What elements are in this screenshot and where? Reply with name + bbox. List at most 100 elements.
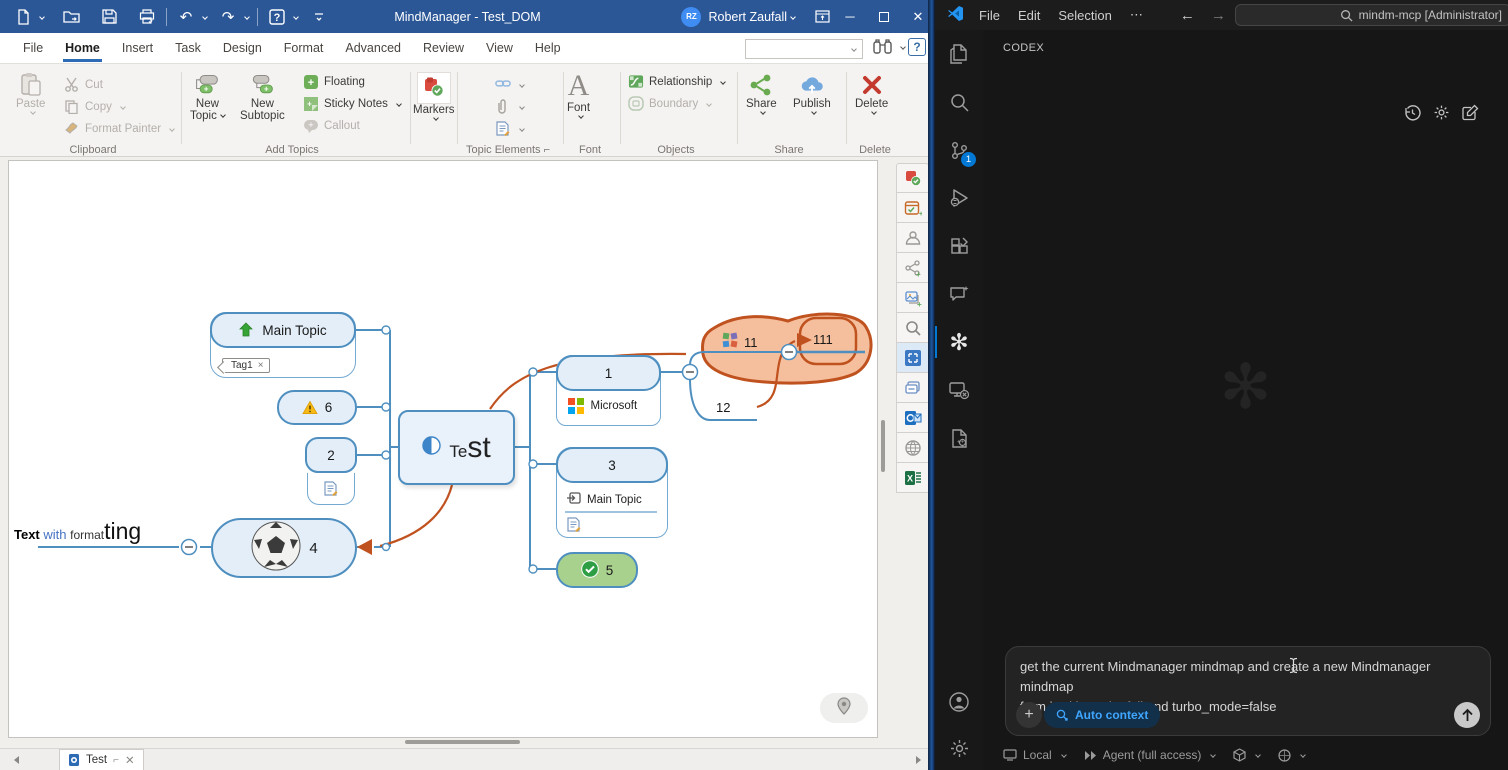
markers-button[interactable]: Markers <box>413 72 455 120</box>
nav-back-icon[interactable]: ← <box>1180 7 1195 24</box>
tab-resources[interactable] <box>896 223 929 253</box>
topic-tag[interactable]: Tag1× <box>222 355 270 373</box>
account-chevron[interactable] <box>790 14 796 20</box>
redo-icon[interactable]: ↷ <box>217 6 239 28</box>
menu-design[interactable]: Design <box>212 35 273 61</box>
publish-button[interactable]: Publish <box>793 72 831 114</box>
activity-mcp-config[interactable]: ++ <box>935 414 983 462</box>
callout-button[interactable]: +Callout <box>303 118 360 134</box>
undo-icon[interactable]: ↶ <box>175 6 197 28</box>
tab-map-parts[interactable]: + <box>896 253 929 283</box>
codex-settings-icon[interactable] <box>1433 104 1451 122</box>
paste-button[interactable]: Paste <box>16 72 45 114</box>
account-name[interactable]: Robert Zaufall <box>708 10 787 24</box>
minimize-button[interactable]: ─ <box>833 0 867 33</box>
tab-outlook[interactable] <box>896 403 929 433</box>
menu-file[interactable]: File <box>12 35 54 61</box>
activity-remote-tunnels[interactable] <box>935 366 983 414</box>
notes-button[interactable] <box>495 121 524 137</box>
activity-extensions[interactable] <box>935 222 983 270</box>
help-chevron[interactable] <box>293 14 299 20</box>
open-file-icon[interactable] <box>60 6 82 28</box>
activity-settings[interactable] <box>935 726 983 770</box>
menu-review[interactable]: Review <box>412 35 475 61</box>
activity-codex[interactable]: ✻ <box>935 318 983 366</box>
menu-help[interactable]: Help <box>524 35 572 61</box>
copy-button[interactable]: Copy <box>64 99 125 115</box>
topic-3-subtopic-row[interactable]: Main Topic <box>566 492 642 507</box>
tab-close-icon[interactable]: ✕ <box>125 753 135 767</box>
hyperlink-button[interactable] <box>495 77 524 93</box>
menu-view[interactable]: View <box>475 35 524 61</box>
menu-advanced[interactable]: Advanced <box>334 35 412 61</box>
tab-fit-map[interactable] <box>896 343 929 373</box>
quick-search-combobox[interactable] <box>745 39 863 59</box>
tab-snippets[interactable] <box>896 373 929 403</box>
topic-2[interactable]: 2 <box>305 437 357 473</box>
command-center-search[interactable]: mindm-mcp [Administrator] <box>1235 4 1508 26</box>
tab-image-library[interactable]: + <box>896 283 929 313</box>
central-topic-test[interactable]: Test <box>398 410 515 485</box>
reasoning-selector[interactable] <box>1278 749 1305 762</box>
vscode-menu-selection[interactable]: Selection <box>1049 4 1120 27</box>
help-question-button[interactable]: ? <box>908 38 926 56</box>
tabs-scroll-left-icon[interactable] <box>14 756 19 764</box>
topic-4[interactable]: 4 <box>211 518 357 578</box>
topic-111[interactable]: 111 <box>813 332 833 347</box>
tab-excel[interactable]: X <box>896 463 929 493</box>
prompt-input[interactable]: get the current Mindmanager mindmap and … <box>1005 646 1491 736</box>
cut-button[interactable]: Cut <box>64 77 103 93</box>
history-icon[interactable] <box>1404 104 1422 122</box>
delete-button[interactable]: Delete <box>855 72 888 114</box>
attachment-button[interactable] <box>495 99 524 115</box>
new-document-chevron[interactable] <box>39 14 45 20</box>
boundary-button[interactable]: Boundary <box>628 96 711 112</box>
tag-remove-icon[interactable]: × <box>258 360 264 371</box>
tab-task-info[interactable]: + <box>896 193 929 223</box>
topic-11[interactable]: 11 <box>722 332 758 353</box>
model-selector[interactable] <box>1233 748 1260 762</box>
tab-web[interactable] <box>896 433 929 463</box>
vscode-menu-edit[interactable]: Edit <box>1009 4 1049 27</box>
find-binoculars-icon[interactable] <box>872 37 894 62</box>
vscode-menu-file[interactable]: File <box>970 4 1009 27</box>
attach-plus-button[interactable]: + <box>1016 702 1042 728</box>
topic-1[interactable]: 1 <box>556 355 661 391</box>
floating-text-topic[interactable]: Text with formatting <box>14 518 141 545</box>
activity-run-debug[interactable] <box>935 174 983 222</box>
save-icon[interactable] <box>98 6 120 28</box>
print-icon[interactable] <box>136 6 158 28</box>
new-document-icon[interactable] <box>12 6 34 28</box>
topic-main-topic[interactable]: Main Topic <box>210 312 356 348</box>
sticky-notes-button[interactable]: +Sticky Notes <box>303 96 401 112</box>
menu-home[interactable]: Home <box>54 35 111 61</box>
topic-6[interactable]: 6 <box>277 390 357 425</box>
environment-selector[interactable]: Local <box>1003 748 1066 762</box>
topic-3-notes-icon[interactable] <box>566 517 581 537</box>
ribbon-display-icon[interactable] <box>811 6 833 28</box>
tab-markers[interactable] <box>896 163 929 193</box>
menu-format[interactable]: Format <box>273 35 335 61</box>
activity-explorer[interactable] <box>935 30 983 78</box>
vertical-scrollbar-thumb[interactable] <box>881 420 885 472</box>
topic-1-attachment[interactable]: Microsoft <box>568 398 637 414</box>
nav-forward-icon[interactable]: → <box>1211 7 1226 24</box>
customize-toolbar-icon[interactable] <box>308 6 330 28</box>
menu-insert[interactable]: Insert <box>111 35 164 61</box>
activity-search[interactable] <box>935 78 983 126</box>
document-tab-test[interactable]: Test ⌐ ✕ <box>59 749 144 770</box>
new-topic-button[interactable]: + New Topic <box>190 72 225 122</box>
auto-context-chip[interactable]: Auto context <box>1044 702 1160 728</box>
horizontal-scrollbar-thumb[interactable] <box>405 740 520 744</box>
menu-task[interactable]: Task <box>164 35 212 61</box>
share-button[interactable]: Share <box>746 72 777 114</box>
redo-chevron[interactable] <box>244 14 250 20</box>
new-subtopic-button[interactable]: + New Subtopic <box>240 72 285 122</box>
vscode-menu-overflow[interactable]: ⋯ <box>1121 3 1152 27</box>
font-button[interactable]: A Font <box>567 70 590 118</box>
agent-mode-selector[interactable]: Agent (full access) <box>1084 748 1216 762</box>
maximize-button[interactable] <box>867 0 901 33</box>
find-chevron[interactable] <box>900 44 906 50</box>
help-icon[interactable]: ? <box>266 6 288 28</box>
map-position-button[interactable] <box>820 693 868 723</box>
